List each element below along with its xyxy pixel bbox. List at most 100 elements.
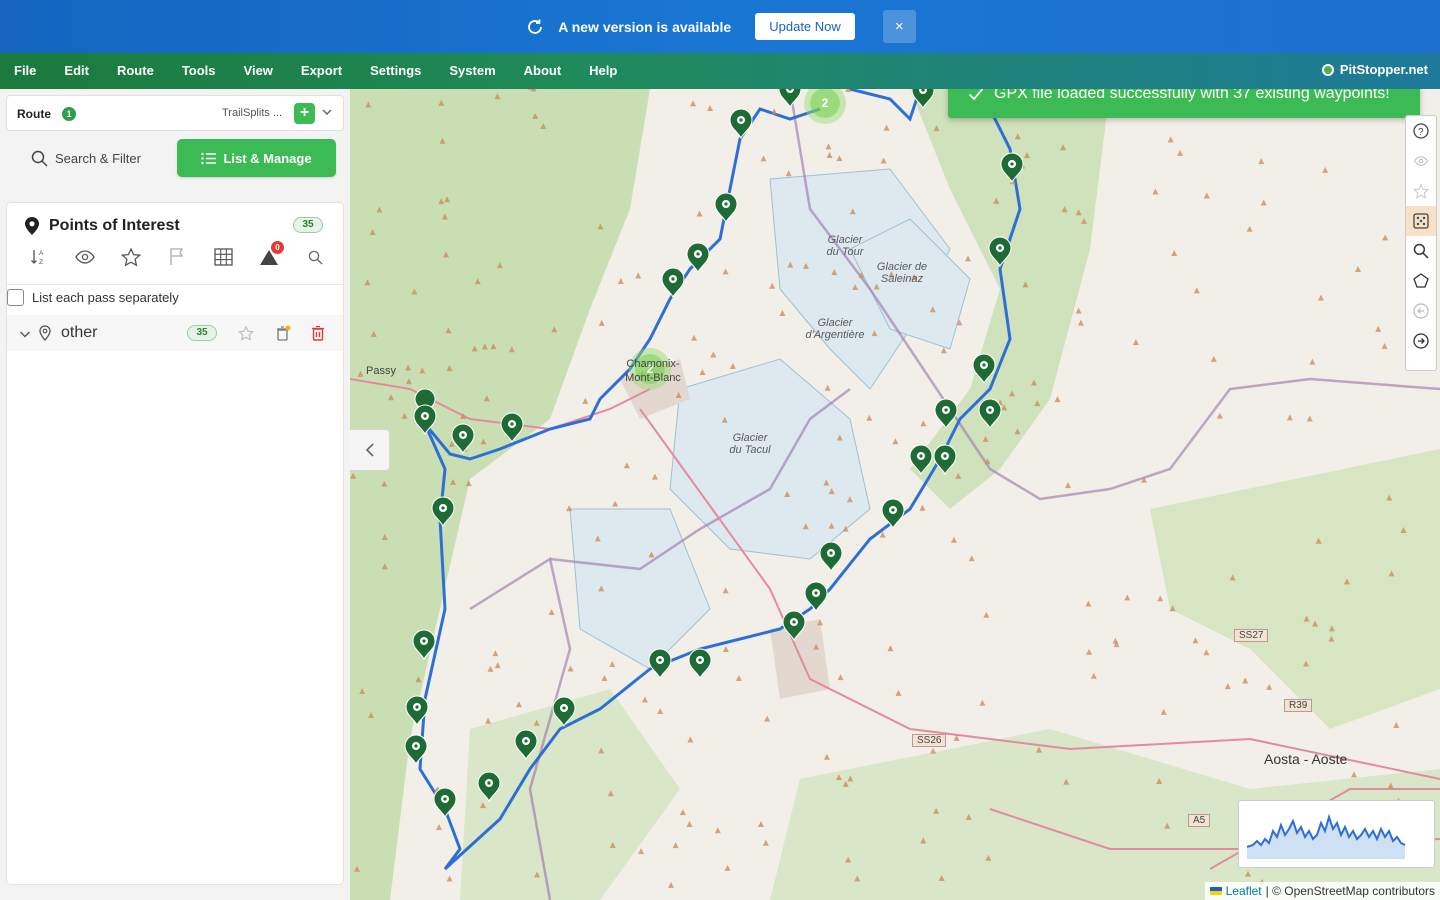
success-toast: GPX file loaded successfully with 37 exi…: [948, 89, 1420, 118]
toast-message: GPX file loaded successfully with 37 exi…: [994, 89, 1390, 102]
map-pin-icon: [39, 325, 51, 346]
search-icon: [31, 150, 48, 167]
dice-icon[interactable]: [1406, 206, 1436, 236]
waypoint-marker[interactable]: [881, 498, 905, 530]
label-glacier-tacul: Glacier du Tacul: [729, 432, 771, 456]
close-icon[interactable]: ×: [882, 10, 916, 43]
waypoint-marker[interactable]: [804, 581, 828, 613]
list-pass-separately-checkbox[interactable]: List each pass separately: [7, 287, 179, 307]
menu-help[interactable]: Help: [575, 53, 631, 89]
elevation-profile[interactable]: [1238, 800, 1435, 868]
waypoint-marker[interactable]: [412, 629, 436, 661]
menu-about[interactable]: About: [510, 53, 576, 89]
ukraine-flag-icon: [1209, 887, 1222, 895]
search-icon[interactable]: [303, 245, 327, 269]
menu-tools[interactable]: Tools: [168, 53, 230, 89]
menu-system[interactable]: System: [435, 53, 509, 89]
grid-icon[interactable]: [211, 245, 235, 269]
checkbox[interactable]: [7, 288, 24, 306]
waypoint-marker[interactable]: [729, 108, 753, 140]
tab-search-filter[interactable]: Search & Filter: [6, 139, 166, 177]
svg-text:?: ?: [1418, 127, 1424, 138]
poi-title: Points of Interest: [49, 217, 180, 234]
chevron-down-icon[interactable]: [320, 105, 334, 119]
checkbox-label: List each pass separately: [32, 289, 179, 305]
list-icon: [201, 152, 217, 164]
menu-file[interactable]: File: [0, 53, 50, 89]
sort-az-icon[interactable]: AZ: [27, 245, 51, 269]
waypoint-marker[interactable]: [686, 242, 710, 274]
group-name: other: [61, 324, 98, 341]
road-label: A5: [1188, 814, 1211, 827]
flag-icon[interactable]: [165, 245, 189, 269]
waypoint-marker[interactable]: [819, 541, 843, 573]
trash-icon[interactable]: [309, 324, 327, 342]
waypoint-marker[interactable]: [514, 729, 538, 761]
leaflet-link[interactable]: Leaflet: [1226, 884, 1262, 898]
collapse-panel-button[interactable]: [350, 429, 390, 471]
menu-route[interactable]: Route: [103, 53, 168, 89]
search-icon[interactable]: [1406, 236, 1436, 266]
group-count-badge: 35: [187, 325, 217, 341]
waypoint-marker[interactable]: [934, 398, 958, 430]
waypoint-marker[interactable]: [405, 695, 429, 727]
menu-view[interactable]: View: [230, 53, 287, 89]
warning-triangle-icon[interactable]: 0: [257, 241, 284, 269]
star-icon[interactable]: [1406, 176, 1436, 206]
waypoint-markers[interactable]: [350, 89, 1440, 900]
menu-export[interactable]: Export: [287, 53, 356, 89]
waypoint-marker[interactable]: [778, 89, 802, 109]
waypoint-marker[interactable]: [714, 192, 738, 224]
clear-icon[interactable]: [274, 324, 292, 342]
waypoint-marker[interactable]: [933, 444, 957, 476]
waypoint-marker[interactable]: [978, 398, 1002, 430]
status-dot: [1321, 63, 1334, 76]
svg-text:Z: Z: [39, 259, 43, 266]
chevron-left-icon: [365, 443, 374, 457]
menu-bar: File Edit Route Tools View Export Settin…: [0, 53, 1440, 89]
waypoint-marker[interactable]: [661, 267, 685, 299]
site-link[interactable]: PitStopper.net: [1321, 62, 1428, 77]
waypoint-marker[interactable]: [451, 423, 475, 455]
waypoint-marker[interactable]: [404, 734, 428, 766]
waypoint-marker[interactable]: [688, 648, 712, 680]
update-now-button[interactable]: Update Now: [755, 13, 855, 40]
map-toolbar: ?: [1405, 115, 1437, 371]
cluster-marker[interactable]: 2: [810, 89, 840, 118]
eye-icon[interactable]: [1406, 146, 1436, 176]
star-icon[interactable]: [119, 245, 143, 269]
arrow-right-circle-icon[interactable]: [1406, 326, 1436, 356]
poi-toolbar: AZ 0: [27, 241, 327, 269]
menu-edit[interactable]: Edit: [50, 53, 103, 89]
star-icon[interactable]: [237, 324, 255, 342]
polygon-icon[interactable]: [1406, 266, 1436, 296]
waypoint-marker[interactable]: [413, 404, 437, 436]
osm-attribution: | © OpenStreetMap contributors: [1265, 884, 1435, 898]
chevron-down-icon[interactable]: [19, 327, 31, 345]
map-view[interactable]: 2 2 Glacier du Tour Glacier de Saleinaz …: [350, 89, 1440, 900]
waypoint-marker[interactable]: [782, 610, 806, 642]
waypoint-marker[interactable]: [909, 444, 933, 476]
add-route-button[interactable]: +: [294, 103, 315, 124]
waypoint-marker[interactable]: [988, 236, 1012, 268]
waypoint-marker[interactable]: [972, 353, 996, 385]
map-pin-icon: [25, 217, 39, 235]
waypoint-marker[interactable]: [648, 648, 672, 680]
waypoint-marker[interactable]: [500, 412, 524, 444]
waypoint-marker[interactable]: [431, 496, 455, 528]
waypoint-marker[interactable]: [477, 771, 501, 803]
route-label: Route: [17, 107, 51, 121]
label-glacier-tour: Glacier du Tour: [826, 234, 864, 258]
waypoint-marker[interactable]: [552, 696, 576, 728]
arrow-left-circle-icon[interactable]: [1406, 296, 1436, 326]
menu-settings[interactable]: Settings: [356, 53, 435, 89]
tab-list-manage[interactable]: List & Manage: [177, 139, 336, 177]
check-icon: [968, 89, 984, 101]
route-selector[interactable]: Route 1 TrailSplits ... +: [6, 95, 344, 131]
group-row-other[interactable]: other 35: [7, 315, 343, 351]
waypoint-marker[interactable]: [1000, 152, 1024, 184]
help-icon[interactable]: ?: [1406, 116, 1436, 146]
waypoint-marker[interactable]: [911, 89, 935, 110]
eye-icon[interactable]: [73, 245, 97, 269]
waypoint-marker[interactable]: [433, 787, 457, 819]
